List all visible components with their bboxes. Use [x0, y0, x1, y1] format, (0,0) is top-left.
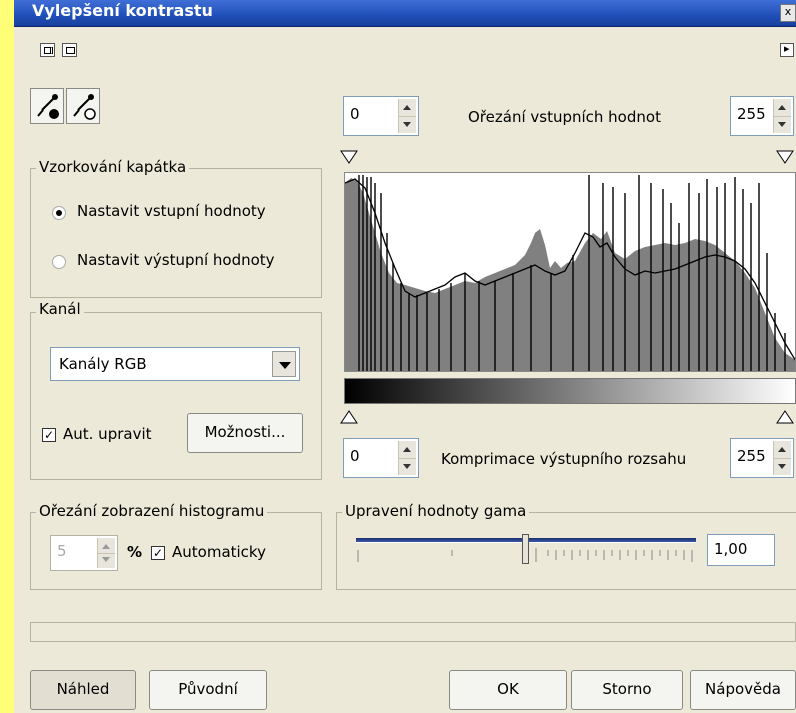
output-high-stepper[interactable]: 255 [730, 438, 794, 478]
window-title: Vylepšení kontrastu [32, 1, 213, 20]
output-high-value: 255 [737, 447, 766, 465]
histogram-clip-legend: Ořezání zobrazení histogramu [36, 502, 268, 520]
preview-button[interactable]: Náhled [30, 670, 136, 710]
histogram-fill [345, 178, 795, 371]
input-low-value: 0 [350, 105, 360, 123]
histogram-svg [345, 175, 795, 371]
auto-adjust-label: Aut. upravit [63, 425, 152, 443]
options-button[interactable]: Možnosti... [187, 413, 303, 453]
output-low-value: 0 [350, 447, 360, 465]
histogram-clip-stepper[interactable]: 5 [50, 535, 118, 571]
ok-button[interactable]: OK [449, 670, 567, 710]
expand-icon: ▸ [784, 42, 790, 55]
channel-group [30, 312, 322, 480]
output-low-stepper[interactable]: 0 [343, 438, 419, 478]
gamma-slider[interactable] [356, 530, 696, 570]
percent-unit: % [127, 543, 143, 561]
tonal-gradient-bar [344, 378, 796, 404]
radio-output-values[interactable] [52, 255, 66, 269]
gamma-value-field[interactable]: 1,00 [707, 534, 775, 566]
histogram-chart [344, 172, 796, 372]
radio-input-values-label: Nastavit vstupní hodnoty [77, 202, 266, 220]
output-range-label: Komprimace výstupního rozsahu [441, 450, 687, 468]
split-view-button[interactable] [40, 43, 55, 57]
channel-legend: Kanál [36, 300, 84, 318]
gamma-legend: Upravení hodnoty gama [342, 502, 530, 520]
original-button[interactable]: Původní [149, 670, 267, 710]
single-view-icon [66, 47, 75, 54]
auto-adjust-checkbox[interactable]: ✓ [42, 428, 56, 442]
radio-input-values[interactable] [52, 206, 66, 220]
channel-select-value: Kanály RGB [59, 355, 147, 373]
input-clip-label: Ořezání vstupních hodnot [468, 108, 661, 126]
output-high-handle[interactable] [776, 410, 794, 428]
input-high-value: 255 [737, 105, 766, 123]
cancel-button[interactable]: Storno [571, 670, 683, 710]
close-button[interactable]: x [780, 4, 796, 22]
sampling-legend: Vzorkování kapátka [36, 158, 190, 176]
split-view-icon [44, 47, 53, 54]
single-view-button[interactable] [62, 43, 77, 57]
input-high-stepper[interactable]: 255 [730, 96, 794, 136]
input-low-handle[interactable] [340, 150, 358, 168]
progress-bar [30, 622, 796, 642]
help-button[interactable]: Nápověda [690, 670, 796, 710]
chevron-down-icon[interactable] [272, 351, 296, 377]
eyedropper-black-icon [37, 94, 59, 119]
automatic-checkbox[interactable]: ✓ [151, 546, 165, 560]
white-point-eyedropper-button[interactable] [66, 88, 100, 124]
gamma-slider-thumb[interactable] [522, 534, 529, 564]
histogram-clip-value: 5 [57, 542, 67, 560]
automatic-label: Automaticky [172, 543, 266, 561]
input-high-handle[interactable] [776, 150, 794, 168]
radio-output-values-label: Nastavit výstupní hodnoty [77, 251, 275, 269]
black-point-eyedropper-button[interactable] [30, 88, 64, 124]
output-low-handle[interactable] [340, 410, 358, 428]
title-bar[interactable]: Vylepšení kontrastu [14, 0, 796, 27]
gamma-value: 1,00 [714, 540, 748, 558]
background-strip [0, 0, 14, 713]
expand-button[interactable]: ▸ [780, 42, 794, 57]
channel-select[interactable]: Kanály RGB [50, 347, 300, 381]
input-low-stepper[interactable]: 0 [343, 96, 419, 136]
sampling-group [30, 168, 322, 298]
eyedropper-white-icon [73, 94, 96, 120]
